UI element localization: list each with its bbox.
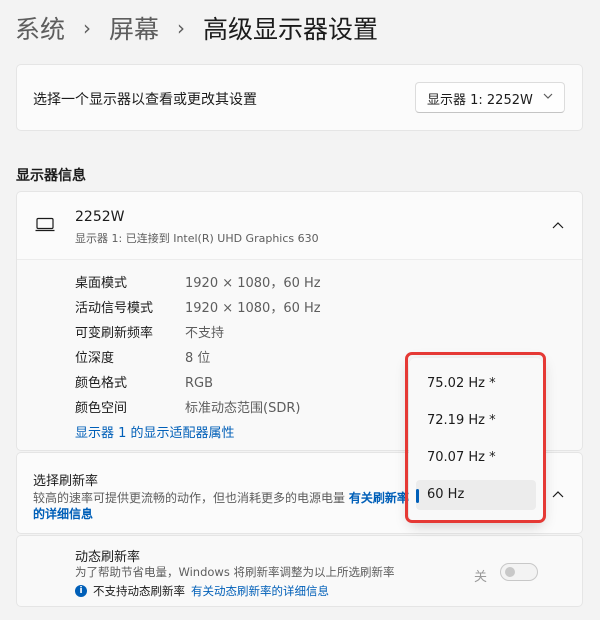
- selection-indicator: [416, 489, 419, 503]
- detail-key: 可变刷新频率: [75, 326, 154, 341]
- refresh-rate-option[interactable]: 72.19 Hz *: [416, 406, 536, 436]
- adapter-properties-link[interactable]: 显示器 1 的显示适配器属性: [75, 422, 235, 441]
- dynamic-refresh-info: i 不支持动态刷新率 有关动态刷新率的详细信息: [75, 583, 329, 599]
- refresh-rate-option-selected[interactable]: 60 Hz: [416, 480, 536, 510]
- breadcrumb-separator: ›: [83, 16, 92, 40]
- dynamic-refresh-info-link[interactable]: 有关动态刷新率的详细信息: [191, 583, 329, 599]
- chevron-down-icon: [543, 93, 553, 99]
- refresh-rate-title: 选择刷新率: [33, 474, 99, 489]
- detail-key: 颜色格式: [75, 376, 128, 391]
- refresh-rate-description: 较高的速率可提供更流畅的动作，但也消耗更多的电源电量 有关刷新率的详细信息: [33, 490, 413, 522]
- refresh-rate-description-text: 较高的速率可提供更流畅的动作，但也消耗更多的电源电量: [33, 491, 346, 505]
- detail-row: 位深度 8 位: [75, 347, 210, 366]
- dynamic-refresh-title: 动态刷新率: [75, 550, 141, 565]
- breadcrumb-separator: ›: [177, 16, 186, 40]
- detail-value: 1920 × 1080，60 Hz: [185, 276, 321, 291]
- detail-key: 颜色空间: [75, 401, 128, 416]
- page-title: 高级显示器设置: [203, 15, 379, 44]
- dynamic-refresh-toggle[interactable]: [500, 563, 538, 581]
- breadcrumb: 系统 › 屏幕 › 高级显示器设置: [15, 8, 378, 48]
- detail-value: RGB: [185, 376, 214, 391]
- display-select-prompt: 选择一个显示器以查看或更改其设置: [33, 92, 257, 108]
- refresh-rate-option[interactable]: 70.07 Hz *: [416, 443, 536, 473]
- refresh-rate-flyout: 75.02 Hz * 72.19 Hz * 70.07 Hz * 60 Hz: [409, 358, 543, 522]
- monitor-subtitle: 显示器 1: 已连接到 Intel(R) UHD Graphics 630: [75, 232, 319, 245]
- dynamic-refresh-card: 动态刷新率 为了帮助节省电量，Windows 将刷新率调整为以上所选刷新率 i …: [16, 535, 583, 607]
- detail-row: 活动信号模式 1920 × 1080，60 Hz: [75, 297, 321, 316]
- breadcrumb-item-system[interactable]: 系统: [15, 10, 65, 46]
- detail-value: 标准动态范围(SDR): [185, 401, 301, 416]
- detail-key: 桌面模式: [75, 276, 128, 291]
- refresh-rate-option-label: 70.07 Hz *: [427, 450, 496, 465]
- refresh-rate-option-label: 75.02 Hz *: [427, 376, 496, 391]
- detail-value: 8 位: [185, 351, 211, 366]
- detail-row: 颜色格式 RGB: [75, 372, 213, 391]
- dynamic-refresh-description: 为了帮助节省电量，Windows 将刷新率调整为以上所选刷新率: [75, 565, 395, 579]
- detail-key: 位深度: [75, 351, 115, 366]
- toggle-knob: [505, 567, 515, 577]
- display-select-dropdown[interactable]: 显示器 1: 2252W: [415, 82, 565, 113]
- monitor-icon: [35, 217, 55, 232]
- dynamic-refresh-info-text: 不支持动态刷新率: [93, 584, 185, 598]
- detail-value: 不支持: [185, 326, 225, 341]
- detail-row: 可变刷新频率 不支持: [75, 322, 224, 341]
- refresh-rate-option-label: 60 Hz: [427, 487, 465, 502]
- detail-row: 桌面模式 1920 × 1080，60 Hz: [75, 272, 321, 291]
- display-select-value: 显示器 1: 2252W: [427, 93, 533, 108]
- chevron-up-icon[interactable]: [551, 221, 565, 231]
- refresh-rate-option[interactable]: 75.02 Hz *: [416, 369, 536, 399]
- refresh-rate-option-label: 72.19 Hz *: [427, 413, 496, 428]
- detail-key: 活动信号模式: [75, 301, 154, 316]
- toggle-label: 关: [473, 570, 487, 585]
- section-title: 显示器信息: [16, 168, 86, 184]
- info-icon: i: [75, 585, 87, 597]
- monitor-info-header[interactable]: 2252W 显示器 1: 已连接到 Intel(R) UHD Graphics …: [17, 192, 582, 260]
- breadcrumb-item-display[interactable]: 屏幕: [109, 10, 159, 46]
- detail-value: 1920 × 1080，60 Hz: [185, 301, 321, 316]
- chevron-up-icon[interactable]: [551, 490, 565, 500]
- display-select-card: 选择一个显示器以查看或更改其设置 显示器 1: 2252W: [16, 64, 583, 131]
- monitor-name: 2252W: [75, 209, 125, 225]
- detail-row: 颜色空间 标准动态范围(SDR): [75, 397, 300, 416]
